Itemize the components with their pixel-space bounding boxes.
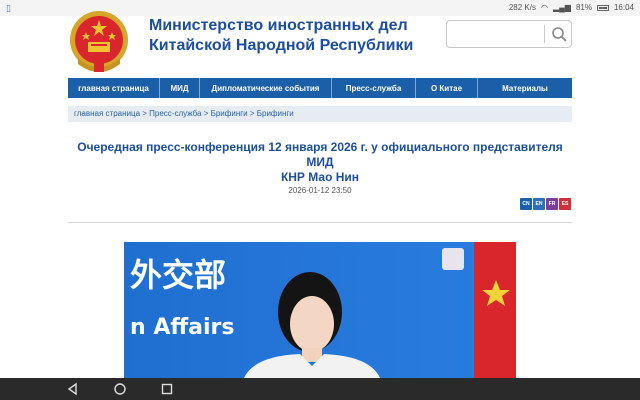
article-photo: 外交部 n Affairs <box>124 242 516 378</box>
ministry-name-line-2: Китайской Народной Республики <box>149 37 414 54</box>
page-title-line-2: КНР Мао Нин <box>280 170 360 184</box>
press-briefing-photo: 外交部 n Affairs <box>124 242 516 378</box>
nav-item-mfa[interactable]: МИД <box>160 78 200 98</box>
language-switcher: CN EN FR ES <box>520 198 571 210</box>
recents-icon[interactable] <box>160 382 174 396</box>
page-title: Очередная пресс-конференция 12 января 20… <box>68 140 572 185</box>
site-header: Министерство иностранных дел Китайской Н… <box>0 11 640 76</box>
battery-percent: 81% <box>575 3 592 12</box>
spokesperson-face <box>290 296 334 352</box>
lang-es-button[interactable]: ES <box>559 198 571 210</box>
search-input[interactable] <box>451 25 541 43</box>
lang-fr-button[interactable]: FR <box>546 198 558 210</box>
system-nav-bar <box>0 378 640 400</box>
podium-logo-icon <box>442 248 464 270</box>
backdrop-english-text: n Affairs <box>130 315 235 340</box>
backdrop-chinese-text: 外交部 <box>130 256 226 294</box>
home-icon[interactable] <box>113 382 127 396</box>
notification-icon: ▯ <box>6 3 11 13</box>
wifi-icon: ◠ <box>540 3 548 12</box>
lang-en-button[interactable]: EN <box>533 198 545 210</box>
nav-item-home[interactable]: главная страница <box>68 78 160 98</box>
china-flag <box>474 242 516 378</box>
ministry-name[interactable]: Министерство иностранных дел Китайской Н… <box>149 16 413 56</box>
signal-icon: ▂▄▆ <box>552 3 571 12</box>
status-indicators: 282 K/s ◠ ▂▄▆ 81% 16:04 <box>509 3 634 12</box>
nav-item-press-service[interactable]: Пресс-служба <box>332 78 416 98</box>
national-emblem-icon[interactable] <box>68 10 130 74</box>
search-divider <box>544 25 545 43</box>
search-icon[interactable] <box>548 24 570 44</box>
search-box <box>446 20 572 48</box>
nav-item-about-china[interactable]: О Китае <box>416 78 478 98</box>
battery-icon <box>596 4 609 11</box>
nav-item-materials[interactable]: Материалы <box>478 78 572 98</box>
net-speed: 282 K/s <box>508 3 536 12</box>
back-icon[interactable] <box>66 382 80 396</box>
publish-date: 2026-01-12 23:50 <box>288 186 352 195</box>
divider <box>68 222 572 223</box>
page-title-line-1: Очередная пресс-конференция 12 января 20… <box>77 140 563 169</box>
main-nav: главная страница МИД Дипломатические соб… <box>68 78 572 98</box>
ministry-name-line-1: Министерство иностранных дел <box>149 17 408 34</box>
breadcrumb[interactable]: главная страница > Пресс-служба > Брифин… <box>68 106 572 122</box>
nav-item-diplomatic-events[interactable]: Дипломатические события <box>200 78 332 98</box>
clock: 16:04 <box>613 3 634 12</box>
lang-cn-button[interactable]: CN <box>520 198 532 210</box>
